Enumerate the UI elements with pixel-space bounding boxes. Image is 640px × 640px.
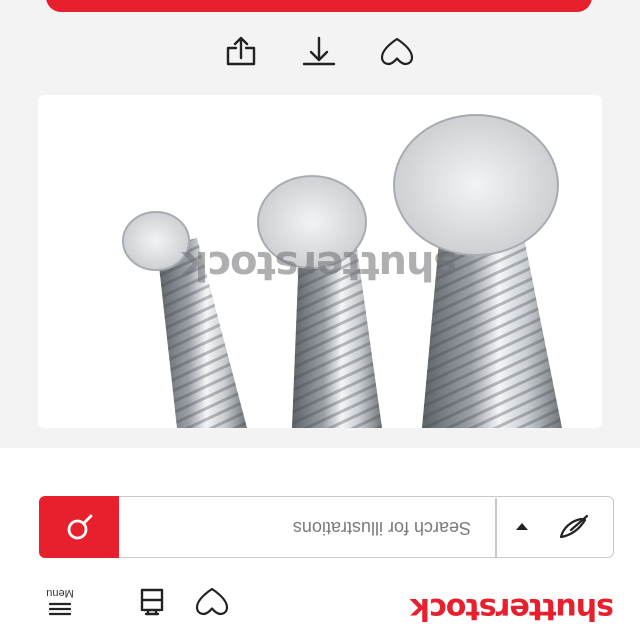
search-input[interactable]	[119, 498, 495, 557]
primary-action-button[interactable]	[46, 0, 592, 12]
menu-icon	[49, 602, 71, 616]
share-icon[interactable]	[300, 34, 338, 68]
search-bar	[39, 496, 614, 559]
search-button[interactable]	[39, 496, 120, 559]
chevron-down-icon	[516, 523, 528, 530]
download-icon[interactable]	[222, 34, 260, 68]
mobile-screen: shutterstock Menu Search for illustratio…	[0, 0, 640, 640]
save-heart-icon[interactable]	[378, 34, 416, 68]
collection-icon[interactable]	[134, 584, 170, 618]
search-divider	[495, 498, 497, 557]
site-header: shutterstock Menu	[0, 558, 640, 640]
shutterstock-logo[interactable]: shutterstock	[411, 591, 614, 626]
image-watermark: shutterstock	[182, 242, 458, 288]
search-icon	[68, 515, 93, 540]
heart-icon[interactable]	[194, 584, 230, 618]
stock-image[interactable]: shutterstock	[38, 95, 602, 428]
menu-label: Menu	[46, 587, 74, 599]
illustration-pen-icon	[559, 514, 589, 539]
search-type-select[interactable]	[497, 498, 613, 557]
menu-button[interactable]: Menu	[30, 580, 90, 620]
